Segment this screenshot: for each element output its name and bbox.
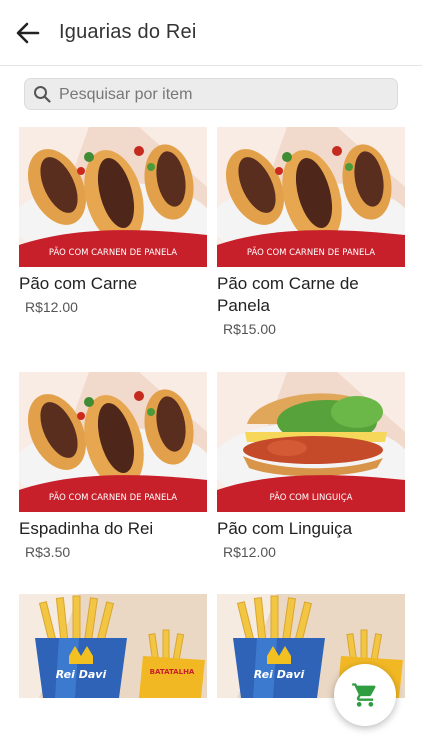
product-price: R$3.50	[25, 544, 71, 560]
page-title: Iguarias do Rei	[59, 21, 197, 43]
product-card[interactable]: PÃO COM LINGUIÇA Pão com Linguiça R$12.0…	[217, 372, 407, 560]
app-bar: Iguarias do Rei	[0, 0, 422, 66]
product-card[interactable]: Rei Davi BATATALHA	[19, 594, 209, 698]
product-card[interactable]: PÃO COM CARNEN DE PANELA Pão com Carne d…	[217, 127, 407, 337]
fries-brand-text: Rei Davi	[56, 668, 107, 681]
cart-button[interactable]	[334, 664, 396, 726]
arrow-left-icon	[16, 22, 40, 44]
banner-text: PÃO COM CARNEN DE PANELA	[247, 247, 375, 258]
search-icon	[34, 86, 51, 103]
product-image-sausage-sandwich[interactable]: PÃO COM LINGUIÇA	[217, 372, 405, 512]
product-price: R$12.00	[25, 299, 78, 315]
fries-brand-text: Rei Davi	[254, 668, 305, 681]
banner-text: PÃO COM LINGUIÇA	[270, 492, 353, 503]
product-image-sandwich[interactable]: PÃO COM CARNEN DE PANELA	[19, 127, 207, 267]
product-name[interactable]: Pão com Linguiça	[217, 518, 407, 540]
cart-icon	[352, 683, 376, 707]
product-name[interactable]: Pão com Carne	[19, 273, 209, 295]
search-bar[interactable]	[24, 78, 398, 110]
product-image-fries[interactable]: Rei Davi BATATALHA	[19, 594, 207, 698]
banner-text: PÃO COM CARNEN DE PANELA	[49, 492, 177, 503]
product-card[interactable]: PÃO COM CARNEN DE PANELA Pão com Carne R…	[19, 127, 209, 315]
product-price: R$12.00	[223, 544, 276, 560]
search-input[interactable]	[57, 82, 391, 108]
product-price: R$15.00	[223, 321, 276, 337]
product-name[interactable]: Espadinha do Rei	[19, 518, 209, 540]
back-button[interactable]	[14, 19, 42, 47]
banner-text: PÃO COM CARNEN DE PANELA	[49, 247, 177, 258]
product-image-sandwich[interactable]: PÃO COM CARNEN DE PANELA	[217, 127, 405, 267]
product-image-sandwich[interactable]: PÃO COM CARNEN DE PANELA	[19, 372, 207, 512]
product-card[interactable]: PÃO COM CARNEN DE PANELA Espadinha do Re…	[19, 372, 209, 560]
fries-label-text: BATATALHA	[150, 668, 195, 676]
product-name[interactable]: Pão com Carne de Panela	[217, 273, 407, 317]
